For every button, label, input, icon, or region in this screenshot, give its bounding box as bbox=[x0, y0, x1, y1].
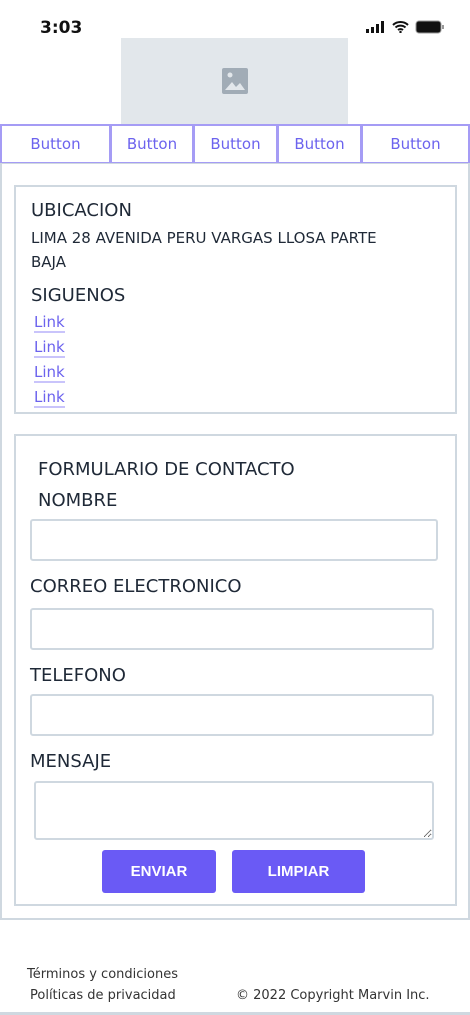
social-link-2[interactable]: Link bbox=[34, 339, 65, 358]
email-input[interactable] bbox=[30, 608, 434, 650]
phone-label: TELEFONO bbox=[30, 665, 126, 686]
terms-link[interactable]: Términos y condiciones bbox=[27, 967, 178, 982]
clear-button[interactable]: LIMPIAR bbox=[232, 850, 365, 893]
message-label: MENSAJE bbox=[30, 751, 112, 772]
social-link-3[interactable]: Link bbox=[34, 364, 65, 383]
follow-title: SIGUENOS bbox=[31, 285, 126, 306]
battery-icon bbox=[415, 20, 444, 34]
nav-button-3[interactable]: Button bbox=[193, 124, 278, 164]
message-textarea[interactable] bbox=[34, 781, 434, 840]
image-placeholder bbox=[121, 38, 348, 124]
status-time: 3:03 bbox=[40, 18, 83, 38]
phone-input[interactable] bbox=[30, 694, 434, 736]
name-label: NOMBRE bbox=[38, 490, 118, 511]
form-title: FORMULARIO DE CONTACTO bbox=[38, 459, 295, 480]
name-input[interactable] bbox=[30, 519, 438, 561]
address-line-1: LIMA 28 AVENIDA PERU VARGAS LLOSA PARTE bbox=[31, 229, 377, 247]
nav-button-4[interactable]: Button bbox=[277, 124, 362, 164]
social-link-1[interactable]: Link bbox=[34, 314, 65, 333]
location-title: UBICACION bbox=[31, 200, 132, 221]
email-label: CORREO ELECTRONICO bbox=[30, 576, 242, 597]
address-line-2: BAJA bbox=[31, 253, 66, 271]
wifi-icon bbox=[392, 21, 409, 33]
copyright-text: © 2022 Copyright Marvin Inc. bbox=[236, 988, 430, 1003]
nav-button-2[interactable]: Button bbox=[110, 124, 194, 164]
status-icons bbox=[366, 20, 445, 34]
submit-button[interactable]: ENVIAR bbox=[102, 850, 216, 893]
image-icon bbox=[221, 68, 248, 94]
nav-button-5[interactable]: Button bbox=[361, 124, 470, 164]
signal-icon bbox=[366, 21, 384, 33]
social-link-4[interactable]: Link bbox=[34, 389, 65, 408]
nav-button-1[interactable]: Button bbox=[0, 124, 111, 164]
privacy-link[interactable]: Políticas de privacidad bbox=[30, 988, 176, 1003]
